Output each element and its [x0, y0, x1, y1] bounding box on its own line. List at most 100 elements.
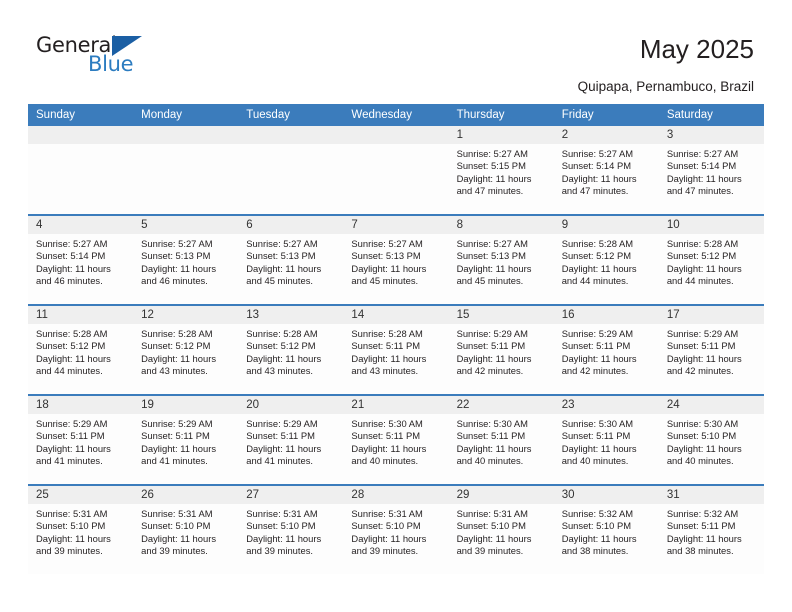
sunset-text: Sunset: 5:12 PM — [246, 340, 316, 352]
calendar-day-cell[interactable]: 15 Sunrise: 5:29 AM Sunset: 5:11 PM Dayligh… — [448, 304, 554, 395]
weekday-header-sunday: Sunday — [28, 104, 134, 126]
day-number: 5 — [133, 216, 239, 234]
daylight-text: Daylight: 11 hours and 43 minutes. — [351, 352, 427, 377]
calendar-week-row: 18 Sunrise: 5:29 AM Sunset: 5:11 PM Dayligh… — [28, 394, 764, 485]
calendar-day-cell[interactable]: 29 Sunrise: 5:31 AM Sunset: 5:10 PM Dayligh… — [448, 484, 554, 574]
sunrise-text: Sunrise: 5:30 AM — [456, 418, 528, 429]
calendar-day-cell[interactable]: 19 Sunrise: 5:29 AM Sunset: 5:11 PM Dayligh… — [133, 394, 239, 485]
day-number: 8 — [448, 216, 554, 234]
day-number: 29 — [448, 486, 554, 504]
sunrise-text: Sunrise: 5:30 AM — [351, 418, 423, 429]
sunrise-text: Sunrise: 5:32 AM — [666, 508, 739, 519]
day-cell-content — [343, 126, 449, 214]
sunset-text: Sunset: 5:14 PM — [666, 160, 737, 172]
day-number: 21 — [343, 396, 449, 414]
calendar-day-cell[interactable]: 11 Sunrise: 5:28 AM Sunset: 5:12 PM Dayligh… — [28, 304, 134, 395]
day-sun-info: Sunrise: 5:31 AM Sunset: 5:10 PM Daylight:… — [28, 504, 133, 558]
calendar-table: Sunday Monday Tuesday Wednesday Thursday… — [28, 104, 764, 574]
day-number: 2 — [553, 126, 659, 144]
sunset-text: Sunset: 5:10 PM — [36, 520, 106, 532]
day-cell-content: 26 Sunrise: 5:31 AM Sunset: 5:10 PM Dayligh… — [133, 486, 239, 574]
daylight-text: Daylight: 11 hours and 43 minutes. — [141, 352, 217, 377]
sunset-text: Sunset: 5:12 PM — [141, 340, 211, 352]
day-cell-content: 15 Sunrise: 5:29 AM Sunset: 5:11 PM Dayligh… — [448, 306, 554, 394]
calendar-day-cell[interactable]: 24 Sunrise: 5:30 AM Sunset: 5:10 PM Dayligh… — [658, 394, 764, 485]
day-number: 20 — [238, 396, 344, 414]
sunset-text: Sunset: 5:13 PM — [141, 250, 211, 262]
sunset-text: Sunset: 5:13 PM — [456, 250, 526, 262]
sunset-text: Sunset: 5:12 PM — [666, 250, 737, 262]
calendar-day-cell[interactable]: 12 Sunrise: 5:28 AM Sunset: 5:12 PM Dayligh… — [133, 304, 239, 395]
daylight-text: Daylight: 11 hours and 45 minutes. — [456, 262, 532, 287]
daylight-text: Daylight: 11 hours and 41 minutes. — [36, 442, 111, 467]
calendar-day-cell[interactable]: 28 Sunrise: 5:31 AM Sunset: 5:10 PM Dayligh… — [343, 484, 449, 574]
daylight-text: Daylight: 11 hours and 40 minutes. — [351, 442, 427, 467]
day-number: 19 — [133, 396, 239, 414]
daylight-text: Daylight: 11 hours and 42 minutes. — [456, 352, 532, 377]
sunrise-text: Sunrise: 5:28 AM — [666, 238, 739, 249]
calendar-day-cell[interactable]: 20 Sunrise: 5:29 AM Sunset: 5:11 PM Dayligh… — [238, 394, 344, 485]
day-cell-content: 28 Sunrise: 5:31 AM Sunset: 5:10 PM Dayligh… — [343, 486, 449, 574]
day-number: 6 — [238, 216, 344, 234]
sunrise-text: Sunrise: 5:31 AM — [456, 508, 528, 519]
day-sun-info: Sunrise: 5:28 AM Sunset: 5:12 PM Daylight:… — [28, 324, 133, 378]
sunrise-text: Sunrise: 5:27 AM — [456, 148, 528, 159]
calendar-day-cell[interactable]: 5 Sunrise: 5:27 AM Sunset: 5:13 PM Daylight… — [133, 214, 239, 305]
day-sun-info: Sunrise: 5:30 AM Sunset: 5:11 PM Daylight:… — [449, 414, 554, 468]
calendar-day-cell[interactable]: 25 Sunrise: 5:31 AM Sunset: 5:10 PM Dayligh… — [28, 484, 134, 574]
day-sun-info: Sunrise: 5:29 AM Sunset: 5:11 PM Daylight:… — [28, 414, 133, 468]
calendar-day-cell[interactable]: 30 Sunrise: 5:32 AM Sunset: 5:10 PM Dayligh… — [553, 484, 659, 574]
calendar-day-cell[interactable]: 2 Sunrise: 5:27 AM Sunset: 5:14 PM Daylight… — [553, 126, 659, 215]
daylight-text: Daylight: 11 hours and 39 minutes. — [141, 532, 217, 557]
calendar-day-cell[interactable]: 14 Sunrise: 5:28 AM Sunset: 5:11 PM Dayligh… — [343, 304, 449, 395]
day-number: 28 — [343, 486, 449, 504]
daylight-text: Daylight: 11 hours and 40 minutes. — [666, 442, 742, 467]
day-cell-content: 4 Sunrise: 5:27 AM Sunset: 5:14 PM Daylight… — [28, 216, 134, 304]
sunrise-text: Sunrise: 5:27 AM — [456, 238, 528, 249]
sunrise-text: Sunrise: 5:27 AM — [561, 148, 634, 159]
calendar-page: General Blue May 2025 Quipapa, Pernambuc… — [0, 0, 792, 612]
calendar-day-cell[interactable]: 16 Sunrise: 5:29 AM Sunset: 5:11 PM Dayligh… — [553, 304, 659, 395]
calendar-day-cell[interactable]: 8 Sunrise: 5:27 AM Sunset: 5:13 PM Daylight… — [448, 214, 554, 305]
sunrise-text: Sunrise: 5:28 AM — [141, 328, 213, 339]
day-sun-info: Sunrise: 5:30 AM Sunset: 5:11 PM Daylight:… — [554, 414, 659, 468]
calendar-day-cell[interactable]: 18 Sunrise: 5:29 AM Sunset: 5:11 PM Dayligh… — [28, 394, 134, 485]
calendar-day-cell[interactable]: 31 Sunrise: 5:32 AM Sunset: 5:11 PM Dayligh… — [658, 484, 764, 574]
sunset-text: Sunset: 5:10 PM — [561, 520, 632, 532]
day-sun-info: Sunrise: 5:28 AM Sunset: 5:12 PM Daylight:… — [659, 234, 764, 288]
day-sun-info: Sunrise: 5:30 AM Sunset: 5:11 PM Daylight:… — [343, 414, 448, 468]
calendar-day-cell[interactable]: 27 Sunrise: 5:31 AM Sunset: 5:10 PM Dayligh… — [238, 484, 344, 574]
calendar-day-cell[interactable]: 10 Sunrise: 5:28 AM Sunset: 5:12 PM Dayligh… — [658, 214, 764, 305]
day-cell-content: 24 Sunrise: 5:30 AM Sunset: 5:10 PM Dayligh… — [658, 396, 764, 484]
day-sun-info: Sunrise: 5:31 AM Sunset: 5:10 PM Daylight:… — [343, 504, 448, 558]
daylight-text: Daylight: 11 hours and 39 minutes. — [351, 532, 427, 557]
calendar-day-cell[interactable]: 6 Sunrise: 5:27 AM Sunset: 5:13 PM Daylight… — [238, 214, 344, 305]
calendar-day-cell[interactable]: 23 Sunrise: 5:30 AM Sunset: 5:11 PM Dayligh… — [553, 394, 659, 485]
day-sun-info: Sunrise: 5:29 AM Sunset: 5:11 PM Daylight:… — [238, 414, 343, 468]
day-sun-info: Sunrise: 5:28 AM Sunset: 5:12 PM Daylight:… — [133, 324, 238, 378]
calendar-day-cell[interactable]: 21 Sunrise: 5:30 AM Sunset: 5:11 PM Dayligh… — [343, 394, 449, 485]
calendar-week-row: 1 Sunrise: 5:27 AM Sunset: 5:15 PM Daylight… — [28, 126, 764, 215]
calendar-day-cell[interactable]: 7 Sunrise: 5:27 AM Sunset: 5:13 PM Daylight… — [343, 214, 449, 305]
calendar-day-cell[interactable]: 26 Sunrise: 5:31 AM Sunset: 5:10 PM Dayligh… — [133, 484, 239, 574]
logo-text-blue: Blue — [88, 52, 134, 76]
day-sun-info: Sunrise: 5:29 AM Sunset: 5:11 PM Daylight:… — [659, 324, 764, 378]
day-cell-content: 11 Sunrise: 5:28 AM Sunset: 5:12 PM Dayligh… — [28, 306, 134, 394]
day-cell-content: 25 Sunrise: 5:31 AM Sunset: 5:10 PM Dayligh… — [28, 486, 134, 574]
calendar-day-cell[interactable]: 13 Sunrise: 5:28 AM Sunset: 5:12 PM Dayligh… — [238, 304, 344, 395]
sunrise-text: Sunrise: 5:30 AM — [666, 418, 739, 429]
calendar-day-cell[interactable]: 4 Sunrise: 5:27 AM Sunset: 5:14 PM Daylight… — [28, 214, 134, 305]
sunrise-text: Sunrise: 5:29 AM — [246, 418, 318, 429]
calendar-day-cell[interactable]: 1 Sunrise: 5:27 AM Sunset: 5:15 PM Daylight… — [448, 126, 554, 215]
day-cell-content: 30 Sunrise: 5:32 AM Sunset: 5:10 PM Dayligh… — [553, 486, 659, 574]
day-cell-content — [28, 126, 134, 214]
calendar-day-cell[interactable]: 22 Sunrise: 5:30 AM Sunset: 5:11 PM Dayligh… — [448, 394, 554, 485]
calendar-day-cell[interactable]: 3 Sunrise: 5:27 AM Sunset: 5:14 PM Daylight… — [658, 126, 764, 215]
day-number: 10 — [658, 216, 764, 234]
calendar-day-cell[interactable]: 9 Sunrise: 5:28 AM Sunset: 5:12 PM Daylight… — [553, 214, 659, 305]
calendar-day-cell[interactable]: 17 Sunrise: 5:29 AM Sunset: 5:11 PM Dayligh… — [658, 304, 764, 395]
day-number: 31 — [658, 486, 764, 504]
day-cell-content: 20 Sunrise: 5:29 AM Sunset: 5:11 PM Dayligh… — [238, 396, 344, 484]
sunrise-text: Sunrise: 5:29 AM — [561, 328, 634, 339]
general-blue-logo[interactable]: General Blue — [36, 34, 166, 80]
